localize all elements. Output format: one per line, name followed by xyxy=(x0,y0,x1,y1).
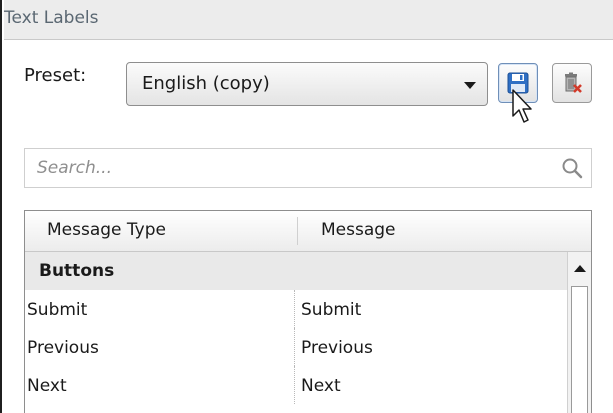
table-row[interactable]: Next Next xyxy=(25,366,567,404)
delete-preset-button[interactable] xyxy=(552,63,592,103)
scroll-up-arrow-icon[interactable] xyxy=(574,265,586,272)
delete-icon xyxy=(565,72,582,93)
cell-message-type: Next xyxy=(27,376,67,396)
preset-selected-value: English (copy) xyxy=(142,73,270,94)
column-header-message-type[interactable]: Message Type xyxy=(47,220,166,240)
column-divider[interactable] xyxy=(297,217,298,245)
text-labels-panel: Text Labels Preset: English (copy) Searc… xyxy=(0,0,613,413)
preset-label: Preset: xyxy=(24,65,87,86)
grid-header: Message Type Message xyxy=(25,211,591,252)
vertical-scrollbar[interactable] xyxy=(567,252,591,413)
cell-divider xyxy=(294,290,295,328)
scrollbar-thumb[interactable] xyxy=(571,286,588,413)
group-row-buttons[interactable]: Buttons xyxy=(25,252,567,290)
column-header-message[interactable]: Message xyxy=(321,220,396,240)
group-label: Buttons xyxy=(39,261,115,281)
cell-message[interactable]: Next xyxy=(301,376,341,396)
search-box[interactable] xyxy=(24,148,592,188)
cell-message[interactable]: Submit xyxy=(301,300,361,320)
preset-dropdown[interactable]: English (copy) xyxy=(126,62,488,106)
table-row[interactable]: Previous Previous xyxy=(25,328,567,366)
table-row[interactable]: Submit Submit xyxy=(25,290,567,328)
cell-divider xyxy=(294,328,295,366)
search-input[interactable] xyxy=(37,155,537,181)
panel-title-bar: Text Labels xyxy=(4,0,613,40)
cell-message-type: Previous xyxy=(27,338,99,358)
search-icon[interactable] xyxy=(561,157,583,183)
panel-title: Text Labels xyxy=(4,8,99,28)
chevron-down-icon[interactable] xyxy=(464,82,476,89)
messages-grid: Message Type Message Buttons Submit Subm… xyxy=(24,210,592,413)
cell-message-type: Submit xyxy=(27,300,88,320)
mouse-cursor-icon xyxy=(512,89,532,123)
cell-message[interactable]: Previous xyxy=(301,338,373,358)
cell-divider xyxy=(294,366,295,404)
